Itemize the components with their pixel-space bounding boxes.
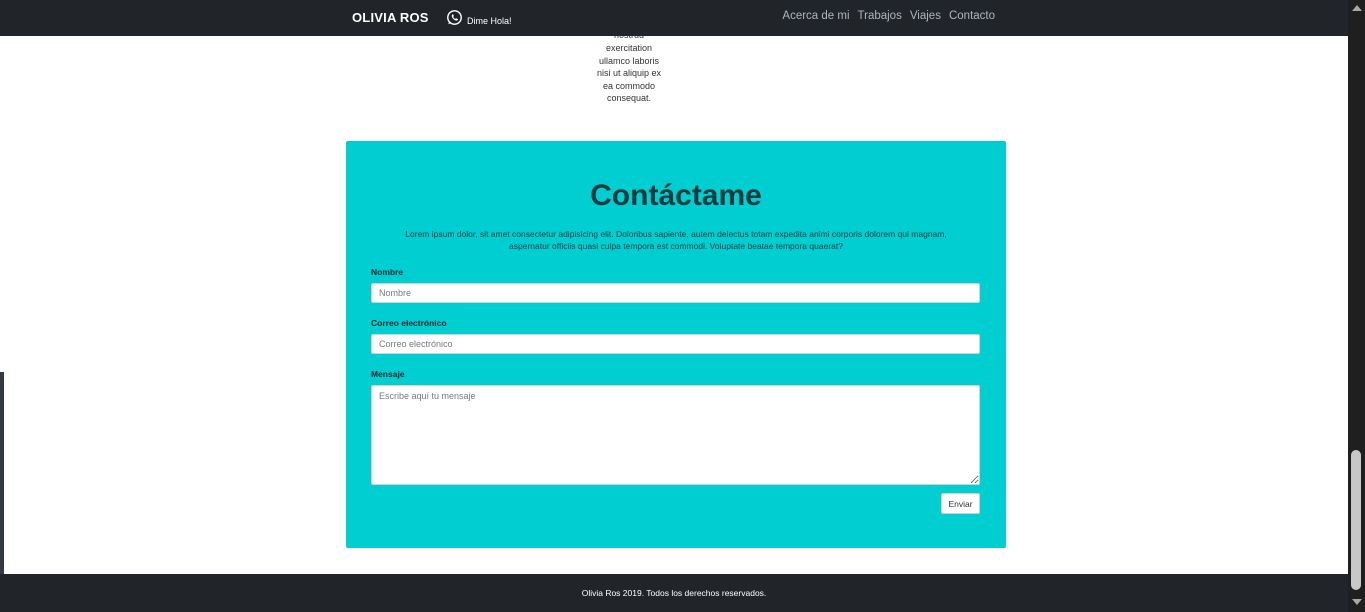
brand-logo[interactable]: OLIVIA ROS [352,10,429,25]
snippet-line: ea commodo [602,80,656,91]
footer-copyright: Olivia Ros 2019. Todos los derechos rese… [581,588,767,598]
snippet-line: consequat. [606,93,652,104]
nav-link-viajes[interactable]: Viajes [910,10,941,22]
email-label: Correo electrónico [371,318,447,328]
contact-intro: Lorem ipsum dolor, sit amet consectetur … [405,229,947,251]
footer: Olivia Ros 2019. Todos los derechos rese… [0,574,1348,612]
nav-link-trabajos[interactable]: Trabajos [858,10,902,22]
snippet-line: nisi ut aliquip ex [596,68,662,79]
contact-section: Contáctame Lorem ipsum dolor, sit amet c… [346,141,1006,548]
message-label: Mensaje [371,369,405,379]
page-scrollbar[interactable] [1348,0,1365,612]
snippet-line: exercitation [605,43,653,53]
whatsapp-link[interactable]: Dime Hola! [446,9,512,28]
snippet-line: ullamco laboris [598,55,660,66]
message-textarea[interactable] [371,385,980,485]
nav-link-contacto[interactable]: Contacto [949,10,995,22]
name-label: Nombre [371,267,404,277]
card-text-snippet: nostrud exercitation ullamco laboris nis… [574,36,684,105]
nav-link-acerca[interactable]: Acerca de mi [782,10,849,22]
contact-title: Contáctame [590,179,762,212]
snippet-partial-line: nostrud [574,36,684,42]
scroll-down-arrow-icon[interactable] [1352,599,1362,605]
email-input[interactable] [371,334,980,354]
navbar: OLIVIA ROS Dime Hola! Acerca de mi Traba… [0,0,1348,36]
name-input[interactable] [371,283,980,303]
scroll-up-arrow-icon[interactable] [1352,5,1362,11]
scrollbar-thumb[interactable] [1351,450,1361,590]
whatsapp-icon [446,9,463,28]
send-button[interactable]: Enviar [941,493,980,514]
nav-links: Acerca de mi Trabajos Viajes Contacto [774,10,995,22]
whatsapp-label: Dime Hola! [467,15,512,26]
